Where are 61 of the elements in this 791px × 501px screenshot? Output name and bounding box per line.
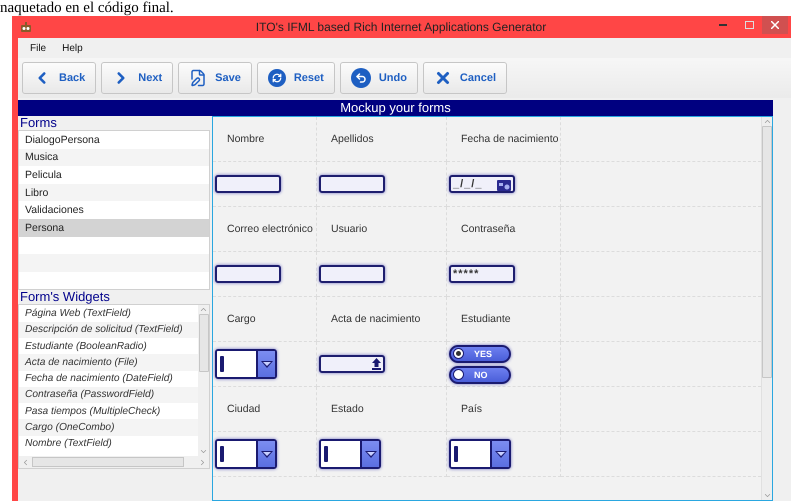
document-text: naquetado en el código final. (0, 0, 174, 16)
window-title: ITO's IFML based Rich Internet Applications Generator (254, 20, 548, 34)
field-label: Contraseña (461, 223, 516, 235)
list-item[interactable]: Libro (19, 184, 209, 202)
list-item[interactable]: Descripción de solicitud (TextField) (19, 322, 198, 338)
combo-box-drawing (319, 439, 381, 469)
scroll-left-icon[interactable] (21, 458, 30, 467)
text-field-drawing (215, 175, 281, 193)
toolbar-button[interactable]: Next (101, 62, 174, 94)
text-field-drawing (319, 175, 385, 193)
undo-icon (350, 68, 371, 88)
field-label: Estado (331, 403, 364, 415)
field-label: País (461, 403, 482, 415)
field-label: Apellidos (331, 133, 374, 145)
list-item[interactable]: Musica (19, 148, 209, 166)
field-label: Nombre (227, 133, 264, 145)
menu-item[interactable]: Help (62, 42, 83, 54)
upload-icon (372, 358, 381, 370)
field-value: ***** (453, 268, 480, 280)
section-title: Form's Widgets (19, 290, 111, 304)
toolbar-button[interactable]: Undo (340, 62, 418, 94)
scroll-down-icon[interactable] (762, 491, 772, 500)
field-label: Acta de nacimiento (331, 313, 420, 325)
combo-box-drawing (449, 439, 511, 469)
refresh-icon (268, 69, 286, 87)
radio-option-label: NO (474, 370, 488, 380)
calendar-icon (497, 178, 511, 190)
text-field-drawing (319, 265, 385, 283)
list-item[interactable]: Acta de nacimiento (File) (19, 354, 198, 371)
field-label: Correo electrónico (227, 223, 313, 235)
scroll-right-icon[interactable] (198, 458, 207, 467)
scrollbar[interactable] (19, 456, 209, 468)
text-field-drawing (215, 265, 281, 283)
section-title: Forms (19, 116, 58, 130)
combo-box-drawing (215, 439, 277, 469)
scroll-up-icon[interactable] (762, 117, 772, 126)
document-pen-icon (189, 69, 208, 87)
menu-item[interactable]: File (30, 42, 46, 54)
field-label: Ciudad (227, 403, 260, 415)
section-header: Mockup your forms (18, 100, 773, 116)
maximize-icon (744, 21, 754, 29)
list-item[interactable]: Contraseña (PasswordField) (19, 386, 198, 404)
toolbar-button[interactable]: Cancel (422, 62, 507, 94)
combo-box-drawing (215, 349, 277, 379)
field-label: Fecha de nacimiento (461, 133, 558, 145)
scrollbar[interactable] (761, 117, 772, 500)
scrollbar[interactable] (198, 305, 209, 456)
field-label: Cargo (227, 313, 256, 325)
field-label: Usuario (331, 223, 368, 235)
robot-icon (20, 21, 32, 33)
close-button[interactable] (762, 16, 788, 34)
field-value: _/_/_ (453, 178, 482, 190)
list-item[interactable]: Persona (19, 218, 209, 237)
minimize-icon (719, 24, 727, 26)
radio-option-label: YES (474, 348, 492, 358)
toolbar-button[interactable]: Back (22, 62, 96, 94)
field-label: Estudiante (461, 313, 511, 325)
toolbar-button[interactable]: Save (178, 62, 252, 94)
close-icon (771, 21, 779, 29)
list-item[interactable]: Cargo (OneCombo) (19, 419, 198, 436)
toolbar-button[interactable]: Reset (256, 62, 335, 94)
